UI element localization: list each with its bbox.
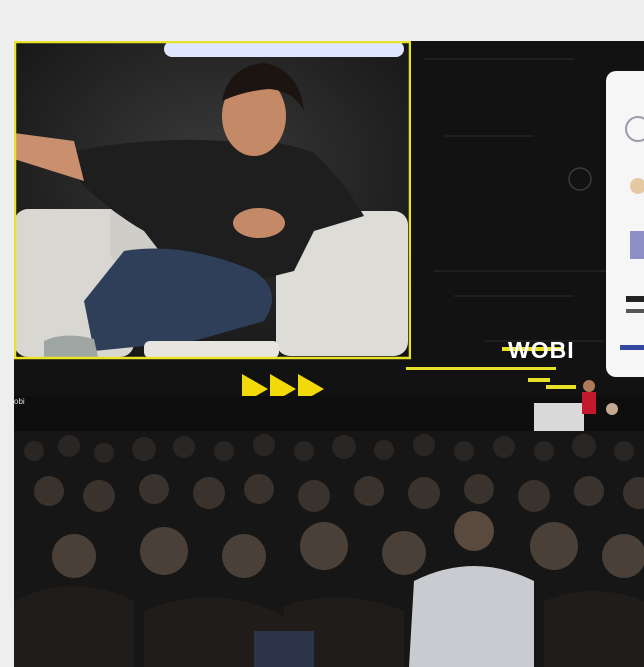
audience-member-light-shirt xyxy=(409,566,534,667)
stage-desk xyxy=(534,403,584,433)
conference-photo: WOBI obi xyxy=(14,41,644,667)
wobi-logo: WOBI xyxy=(508,337,575,363)
audience xyxy=(14,431,644,667)
corner-logo-text: obi xyxy=(14,397,25,406)
stage-graphic-screen xyxy=(406,41,644,377)
video-screen xyxy=(14,41,412,360)
